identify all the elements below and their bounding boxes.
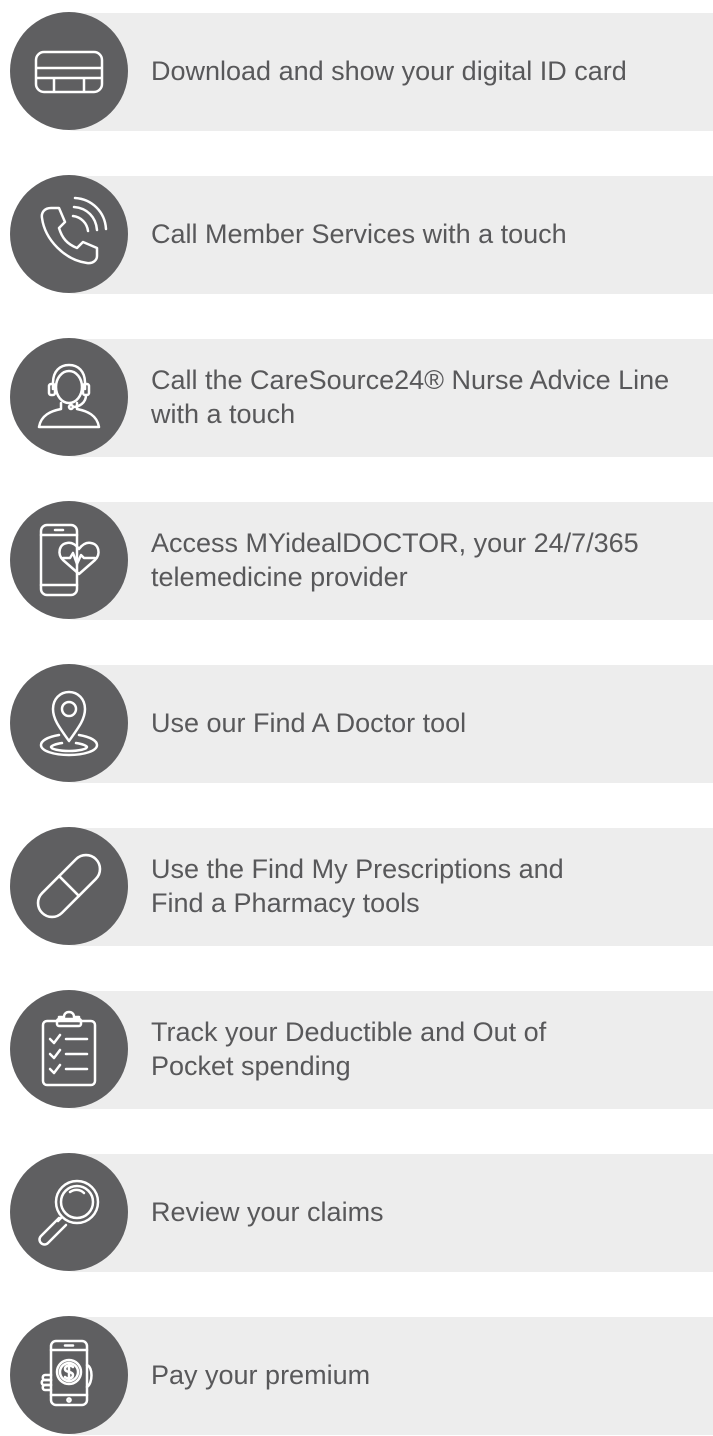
feature-label: Review your claims	[151, 1197, 384, 1227]
feature-item-deductible[interactable]: Track your Deductible and Out of Pocket …	[0, 990, 713, 1110]
telemedicine-phone-icon	[39, 523, 100, 597]
feature-label: Pay your premium	[151, 1360, 371, 1390]
feature-item-find-doctor[interactable]: Use our Find A Doctor tool	[0, 664, 713, 784]
feature-icon-circle	[10, 175, 128, 293]
feature-icon-circle	[10, 1316, 128, 1434]
feature-icon-circle	[10, 1153, 128, 1271]
feature-item-claims[interactable]: Review your claims	[0, 1153, 713, 1273]
nurse-headset-icon	[37, 363, 101, 429]
feature-item-nurse-line[interactable]: Call the CareSource24® Nurse Advice Line…	[0, 338, 713, 458]
feature-label: Call the CareSource24® Nurse Advice Line…	[151, 365, 670, 429]
feature-item-member-services[interactable]: Call Member Services with a touch	[0, 175, 713, 295]
pill-icon	[36, 853, 102, 919]
feature-icon-circle	[10, 990, 128, 1108]
feature-label: Use our Find A Doctor tool	[151, 708, 467, 738]
feature-label: Access MYidealDOCTOR, your 24/7/365 tele…	[151, 528, 639, 592]
phone-icon	[40, 196, 108, 265]
feature-item-id-card[interactable]: Download and show your digital ID card	[0, 12, 713, 132]
feature-icon-circle	[10, 827, 128, 945]
feature-item-premium[interactable]: Pay your premium	[0, 1316, 713, 1436]
feature-icon-circle	[10, 338, 128, 456]
feature-icon-circle	[10, 12, 128, 130]
magnifier-icon	[38, 1179, 100, 1246]
feature-item-prescriptions[interactable]: Use the Find My Prescriptions and Find a…	[0, 827, 713, 947]
id-card-icon	[34, 50, 104, 94]
location-pin-icon	[39, 690, 99, 757]
clipboard-checklist-icon	[41, 1010, 97, 1087]
feature-label: Use the Find My Prescriptions and Find a…	[151, 854, 564, 918]
feature-label: Track your Deductible and Out of Pocket …	[151, 1017, 547, 1081]
feature-icon-circle	[10, 501, 128, 619]
payment-phone-icon	[40, 1339, 93, 1407]
feature-item-telemedicine[interactable]: Access MYidealDOCTOR, your 24/7/365 tele…	[0, 501, 713, 621]
feature-label: Call Member Services with a touch	[151, 219, 567, 249]
feature-icon-circle	[10, 664, 128, 782]
feature-label: Download and show your digital ID card	[151, 56, 627, 86]
